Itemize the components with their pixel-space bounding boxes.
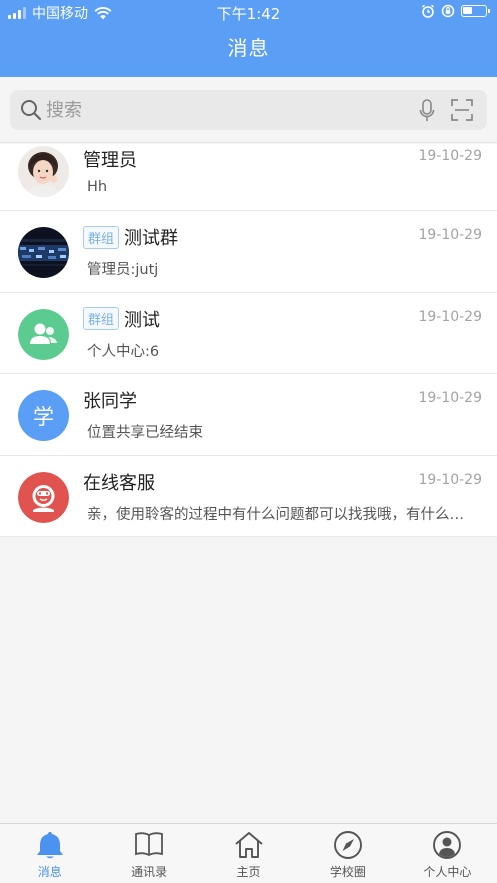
book-icon — [135, 832, 164, 857]
tab-home[interactable]: 主页 — [199, 824, 298, 883]
letter-avatar: 学 — [18, 390, 69, 441]
conversation-item[interactable]: 群组 测试群 管理员:jutj 19-10-29 — [0, 211, 497, 293]
conversation-preview: Hh — [87, 179, 108, 195]
search-area — [0, 77, 497, 143]
group-icon-avatar — [18, 308, 69, 360]
compass-icon — [333, 831, 362, 859]
avatar-letter: 学 — [33, 404, 54, 429]
conversation-preview: 位置共享已经结束 — [87, 425, 203, 441]
conversation-name: 管理员 — [83, 150, 137, 171]
conversation-name: 在线客服 — [83, 472, 155, 494]
conversation-time: 19-10-29 — [418, 227, 482, 243]
rotation-lock-icon — [441, 4, 455, 18]
tab-contacts[interactable]: 通讯录 — [99, 824, 198, 883]
bell-icon — [36, 832, 63, 859]
support-avatar — [18, 471, 69, 523]
tab-profile[interactable]: 个人中心 — [398, 824, 497, 883]
scan-icon[interactable] — [451, 99, 473, 121]
tab-label: 通讯录 — [131, 865, 168, 879]
conversation-list: 管理员 Hh 19-10-29 群组 测试群 管理员:jutj 19-10-29… — [0, 144, 497, 537]
user-circle-icon — [433, 831, 462, 859]
microphone-icon[interactable] — [419, 99, 435, 123]
status-bar: 中国移动 下午1:42 — [0, 0, 497, 24]
tab-school-circle[interactable]: 学校圈 — [298, 824, 397, 883]
search-bar[interactable] — [10, 90, 487, 130]
conversation-time: 19-10-29 — [418, 471, 482, 488]
group-tag: 群组 — [83, 307, 120, 330]
tab-label: 学校圈 — [329, 865, 366, 879]
header-bar: 中国移动 下午1:42 消息 — [0, 0, 497, 77]
conversation-time: 19-10-29 — [418, 148, 482, 164]
conversation-name: 张同学 — [83, 391, 137, 412]
tab-label: 主页 — [236, 865, 261, 879]
group-tag: 群组 — [83, 225, 120, 249]
tab-messages[interactable]: 消息 — [0, 824, 99, 883]
conversation-name: 测试 — [124, 309, 161, 331]
alarm-icon — [421, 4, 435, 18]
conversation-preview: 亲，使用聆客的过程中有什么问题都可以找我哦，有什么问题都可以找我哦 — [87, 506, 467, 523]
group-photo-avatar — [18, 227, 69, 278]
search-input[interactable] — [46, 90, 406, 130]
conversation-item[interactable]: 学 张同学 位置共享已经结束 19-10-29 — [0, 374, 497, 456]
conversation-item[interactable]: 群组 测试 个人中心:6 19-10-29 — [0, 292, 497, 374]
conversation-item[interactable]: 管理员 Hh 19-10-29 — [0, 144, 497, 211]
home-icon — [234, 832, 263, 858]
conversation-preview: 个人中心:6 — [87, 343, 160, 360]
tab-label: 消息 — [37, 865, 62, 879]
photo-avatar — [18, 146, 69, 197]
conversation-time: 19-10-29 — [418, 390, 482, 406]
search-icon — [21, 100, 42, 121]
tab-label: 个人中心 — [423, 865, 472, 879]
battery-icon — [461, 5, 490, 17]
conversation-preview: 管理员:jutj — [87, 262, 159, 278]
conversation-time: 19-10-29 — [418, 308, 482, 325]
tab-bar: 消息 通讯录 主页 学校圈 个人中心 — [0, 823, 497, 883]
conversation-name: 测试群 — [124, 228, 179, 249]
page-title: 消息 — [227, 36, 270, 60]
conversation-item[interactable]: 在线客服 亲，使用聆客的过程中有什么问题都可以找我哦，有什么问题都可以找我哦 1… — [0, 455, 497, 537]
